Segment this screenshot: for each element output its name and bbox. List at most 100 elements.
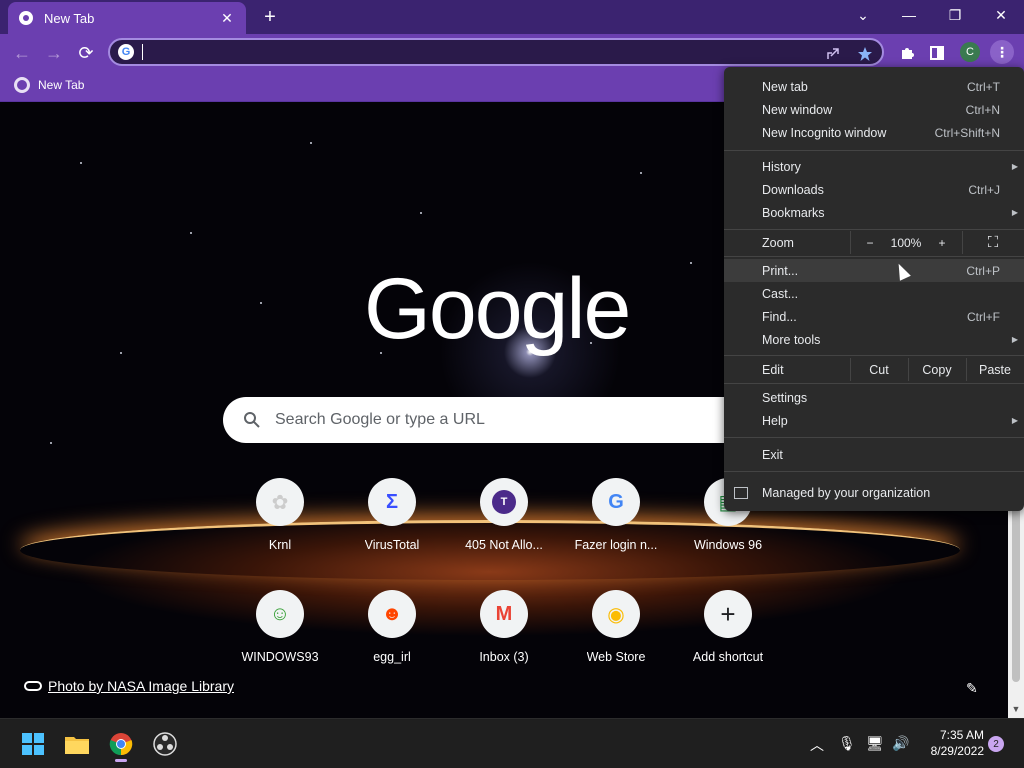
- bookmark-new-tab[interactable]: New Tab: [14, 77, 84, 93]
- minimize-button[interactable]: —: [886, 0, 932, 30]
- obs-taskbar-button[interactable]: [150, 729, 180, 759]
- submenu-arrow-icon: ▶: [1011, 162, 1018, 171]
- shortcut-inbox[interactable]: M Inbox (3): [448, 590, 560, 664]
- menu-item-bookmarks[interactable]: Bookmarks ▶: [724, 201, 1024, 224]
- letter-t-icon: T: [480, 478, 528, 526]
- zoom-in-button[interactable]: +: [932, 231, 952, 254]
- search-placeholder: Search Google or type a URL: [275, 411, 485, 428]
- scroll-down-arrow[interactable]: ▼: [1011, 704, 1021, 714]
- web-store-icon: ◉: [592, 590, 640, 638]
- shortcut-krnl[interactable]: ✿ Krnl: [224, 478, 336, 552]
- shortcut-405-not-allowed[interactable]: T 405 Not Allo...: [448, 478, 560, 552]
- windows93-icon: ☺: [256, 590, 304, 638]
- chrome-taskbar-button[interactable]: [106, 729, 136, 762]
- clock[interactable]: 7:35 AM 8/29/2022: [920, 727, 984, 759]
- zoom-out-button[interactable]: −: [860, 231, 880, 254]
- fullscreen-icon[interactable]: ⛶: [982, 231, 1004, 254]
- menu-item-new-window[interactable]: New window Ctrl+N: [724, 98, 1024, 121]
- close-window-button[interactable]: ✕: [978, 0, 1024, 30]
- search-box[interactable]: Search Google or type a URL: [223, 397, 783, 443]
- menu-separator: [724, 256, 1024, 257]
- copy-button[interactable]: Copy: [912, 363, 962, 377]
- close-tab-icon[interactable]: ✕: [218, 9, 236, 27]
- address-input[interactable]: [151, 44, 791, 60]
- search-icon: [243, 411, 261, 429]
- shortcut-label: egg_irl: [373, 650, 411, 664]
- windows-icon: [22, 733, 44, 755]
- google-logo: Google: [364, 261, 631, 357]
- google-g-icon: G: [592, 478, 640, 526]
- microphone-icon[interactable]: 🎙: [838, 735, 856, 752]
- shortcut-virustotal[interactable]: Σ VirusTotal: [336, 478, 448, 552]
- search-tabs-button[interactable]: ⌄: [840, 0, 886, 30]
- virustotal-icon: Σ: [368, 478, 416, 526]
- menu-item-downloads[interactable]: Downloads Ctrl+J: [724, 178, 1024, 201]
- address-bar[interactable]: G: [108, 38, 884, 66]
- submenu-arrow-icon: ▶: [1011, 416, 1018, 425]
- menu-item-find[interactable]: Find... Ctrl+F: [724, 305, 1024, 328]
- shortcut-fazer-login[interactable]: G Fazer login n...: [560, 478, 672, 552]
- reload-button[interactable]: ⟳: [72, 39, 100, 67]
- cut-button[interactable]: Cut: [854, 363, 904, 377]
- shortcut-egg-irl[interactable]: ☻ egg_irl: [336, 590, 448, 664]
- volume-icon[interactable]: 🔊: [892, 735, 909, 752]
- menu-item-history[interactable]: History ▶: [724, 155, 1024, 178]
- restore-button[interactable]: ❐: [932, 0, 978, 30]
- menu-item-help[interactable]: Help ▶: [724, 409, 1024, 432]
- chrome-menu-button[interactable]: ⋮: [990, 40, 1014, 64]
- back-button[interactable]: ←: [8, 39, 36, 67]
- new-tab-button[interactable]: +: [258, 5, 282, 29]
- menu-edit-row: Edit Cut Copy Paste: [724, 358, 1024, 381]
- paste-button[interactable]: Paste: [970, 363, 1020, 377]
- bookmark-star-icon[interactable]: [854, 43, 876, 65]
- tab-new-tab[interactable]: New Tab ✕: [8, 2, 246, 34]
- menu-item-new-tab[interactable]: New tab Ctrl+T: [724, 75, 1024, 98]
- shortcut-label: Add shortcut: [692, 650, 764, 664]
- active-app-indicator: [115, 759, 127, 762]
- submenu-arrow-icon: ▶: [1011, 208, 1018, 217]
- shortcut-web-store[interactable]: ◉ Web Store: [560, 590, 672, 664]
- menu-item-exit[interactable]: Exit: [724, 443, 1024, 466]
- text-cursor: [142, 44, 143, 60]
- chrome-menu: New tab Ctrl+T New window Ctrl+N New Inc…: [724, 67, 1024, 511]
- network-icon[interactable]: 🖥: [866, 735, 884, 752]
- shortcut-label: Inbox (3): [479, 650, 529, 664]
- submenu-arrow-icon: ▶: [1011, 335, 1018, 344]
- obs-icon: [153, 732, 177, 756]
- menu-item-print[interactable]: Print... Ctrl+P: [724, 259, 1024, 282]
- link-icon: [24, 681, 42, 691]
- shortcut-label: 405 Not Allo...: [465, 538, 543, 552]
- menu-item-more-tools[interactable]: More tools ▶: [724, 328, 1024, 351]
- clock-time: 7:35 AM: [939, 728, 984, 742]
- extensions-icon[interactable]: [896, 42, 918, 64]
- plus-icon: +: [704, 590, 752, 638]
- menu-zoom-row: Zoom − 100% + ⛶: [724, 231, 1024, 254]
- shortcut-label: VirusTotal: [364, 538, 420, 552]
- menu-item-new-incognito-window[interactable]: New Incognito window Ctrl+Shift+N: [724, 121, 1024, 144]
- menu-separator: [724, 355, 1024, 356]
- google-icon: G: [118, 44, 134, 60]
- start-button[interactable]: [18, 729, 48, 759]
- shortcut-label: Krnl: [268, 538, 292, 552]
- managed-by-organization[interactable]: Managed by your organization: [724, 481, 1024, 504]
- side-panel-icon[interactable]: [926, 42, 948, 64]
- krnl-icon: ✿: [256, 478, 304, 526]
- menu-separator: [724, 437, 1024, 438]
- tab-title: New Tab: [44, 10, 95, 26]
- toolbar: ← → ⟳ G C ⋮: [0, 34, 1024, 71]
- notification-badge[interactable]: 2: [988, 736, 1004, 752]
- taskbar: ︿ 🎙 🖥 🔊 7:35 AM 8/29/2022 2: [0, 718, 1024, 768]
- show-hidden-icons-icon[interactable]: ︿: [810, 735, 824, 755]
- shortcut-label: Web Store: [586, 650, 646, 664]
- reddit-icon: ☻: [368, 590, 416, 638]
- photo-credit-link[interactable]: Photo by NASA Image Library: [24, 678, 234, 694]
- profile-avatar[interactable]: C: [960, 42, 980, 62]
- add-shortcut-button[interactable]: + Add shortcut: [672, 590, 784, 664]
- forward-button[interactable]: →: [40, 39, 68, 67]
- menu-item-cast[interactable]: Cast...: [724, 282, 1024, 305]
- file-explorer-button[interactable]: [62, 729, 92, 759]
- customize-pencil-icon[interactable]: ✎: [966, 680, 978, 697]
- menu-item-settings[interactable]: Settings: [724, 386, 1024, 409]
- shortcut-windows93[interactable]: ☺ WINDOWS93: [224, 590, 336, 664]
- share-icon[interactable]: [822, 43, 844, 65]
